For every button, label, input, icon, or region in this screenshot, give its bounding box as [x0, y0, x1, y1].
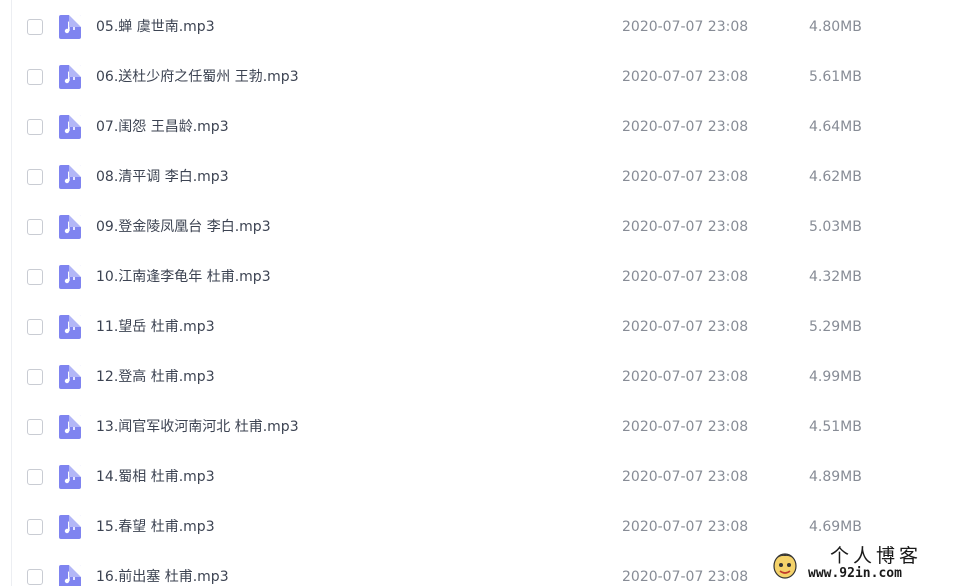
file-size: 4.32MB [809, 269, 862, 285]
music-file-icon [59, 565, 81, 586]
file-row[interactable]: 11.望岳 杜甫.mp3 2020-07-07 23:08 5.29MB [0, 302, 960, 352]
file-size: 4.69MB [809, 519, 862, 535]
file-name[interactable]: 08.清平调 李白.mp3 [96, 168, 229, 186]
file-row[interactable]: 05.蝉 虞世南.mp3 2020-07-07 23:08 4.80MB [0, 2, 960, 52]
file-name[interactable]: 13.闻官军收河南河北 杜甫.mp3 [96, 418, 299, 436]
file-row[interactable]: 07.闺怨 王昌龄.mp3 2020-07-07 23:08 4.64MB [0, 102, 960, 152]
file-size: 5.61MB [809, 69, 862, 85]
row-checkbox[interactable] [27, 119, 43, 135]
music-file-icon [59, 15, 81, 39]
file-date: 2020-07-07 23:08 [622, 169, 749, 185]
file-size: 4.64MB [809, 119, 862, 135]
file-date: 2020-07-07 23:08 [622, 269, 749, 285]
cartoon-avatar-icon [773, 553, 797, 579]
file-name[interactable]: 12.登高 杜甫.mp3 [96, 368, 215, 386]
music-file-icon [59, 65, 81, 89]
music-file-icon [59, 465, 81, 489]
file-row[interactable]: 13.闻官军收河南河北 杜甫.mp3 2020-07-07 23:08 4.51… [0, 402, 960, 452]
file-row[interactable]: 10.江南逢李龟年 杜甫.mp3 2020-07-07 23:08 4.32MB [0, 252, 960, 302]
watermark-url: www.92in.com [808, 566, 902, 581]
file-date: 2020-07-07 23:08 [622, 469, 749, 485]
file-size: 5.29MB [809, 319, 862, 335]
file-list-page: 05.蝉 虞世南.mp3 2020-07-07 23:08 4.80MB 06.… [0, 0, 960, 586]
file-name[interactable]: 16.前出塞 杜甫.mp3 [96, 568, 229, 586]
file-date: 2020-07-07 23:08 [622, 319, 749, 335]
row-checkbox[interactable] [27, 319, 43, 335]
file-size: 4.80MB [809, 19, 862, 35]
file-row[interactable]: 14.蜀相 杜甫.mp3 2020-07-07 23:08 4.89MB [0, 452, 960, 502]
music-file-icon [59, 315, 81, 339]
row-checkbox[interactable] [27, 19, 43, 35]
file-size: 4.62MB [809, 169, 862, 185]
file-date: 2020-07-07 23:08 [622, 369, 749, 385]
file-date: 2020-07-07 23:08 [622, 419, 749, 435]
music-file-icon [59, 165, 81, 189]
file-size: 4.51MB [809, 419, 862, 435]
music-file-icon [59, 365, 81, 389]
file-date: 2020-07-07 23:08 [622, 519, 749, 535]
file-date: 2020-07-07 23:08 [622, 19, 749, 35]
music-file-icon [59, 215, 81, 239]
file-list: 05.蝉 虞世南.mp3 2020-07-07 23:08 4.80MB 06.… [0, 2, 960, 586]
row-checkbox[interactable] [27, 219, 43, 235]
file-name[interactable]: 15.春望 杜甫.mp3 [96, 518, 215, 536]
row-checkbox[interactable] [27, 419, 43, 435]
file-name[interactable]: 14.蜀相 杜甫.mp3 [96, 468, 215, 486]
row-checkbox[interactable] [27, 269, 43, 285]
row-checkbox[interactable] [27, 519, 43, 535]
file-date: 2020-07-07 23:08 [622, 69, 749, 85]
blog-watermark: 个人博客 www.92in.com [762, 543, 960, 586]
file-row[interactable]: 09.登金陵凤凰台 李白.mp3 2020-07-07 23:08 5.03MB [0, 202, 960, 252]
file-size: 4.99MB [809, 369, 862, 385]
file-name[interactable]: 09.登金陵凤凰台 李白.mp3 [96, 218, 271, 236]
music-file-icon [59, 115, 81, 139]
music-file-icon [59, 515, 81, 539]
music-file-icon [59, 415, 81, 439]
file-date: 2020-07-07 23:08 [622, 219, 749, 235]
row-checkbox[interactable] [27, 69, 43, 85]
file-date: 2020-07-07 23:08 [622, 569, 749, 585]
file-name[interactable]: 07.闺怨 王昌龄.mp3 [96, 118, 229, 136]
file-size: 5.03MB [809, 219, 862, 235]
file-name[interactable]: 06.送杜少府之任蜀州 王勃.mp3 [96, 68, 299, 86]
file-name[interactable]: 05.蝉 虞世南.mp3 [96, 18, 215, 36]
file-row[interactable]: 08.清平调 李白.mp3 2020-07-07 23:08 4.62MB [0, 152, 960, 202]
file-row[interactable]: 06.送杜少府之任蜀州 王勃.mp3 2020-07-07 23:08 5.61… [0, 52, 960, 102]
file-name[interactable]: 10.江南逢李龟年 杜甫.mp3 [96, 268, 271, 286]
file-name[interactable]: 11.望岳 杜甫.mp3 [96, 318, 215, 336]
row-checkbox[interactable] [27, 469, 43, 485]
row-checkbox[interactable] [27, 569, 43, 585]
row-checkbox[interactable] [27, 369, 43, 385]
row-checkbox[interactable] [27, 169, 43, 185]
music-file-icon [59, 265, 81, 289]
file-row[interactable]: 12.登高 杜甫.mp3 2020-07-07 23:08 4.99MB [0, 352, 960, 402]
file-size: 4.89MB [809, 469, 862, 485]
watermark-title: 个人博客 [830, 545, 923, 567]
file-date: 2020-07-07 23:08 [622, 119, 749, 135]
